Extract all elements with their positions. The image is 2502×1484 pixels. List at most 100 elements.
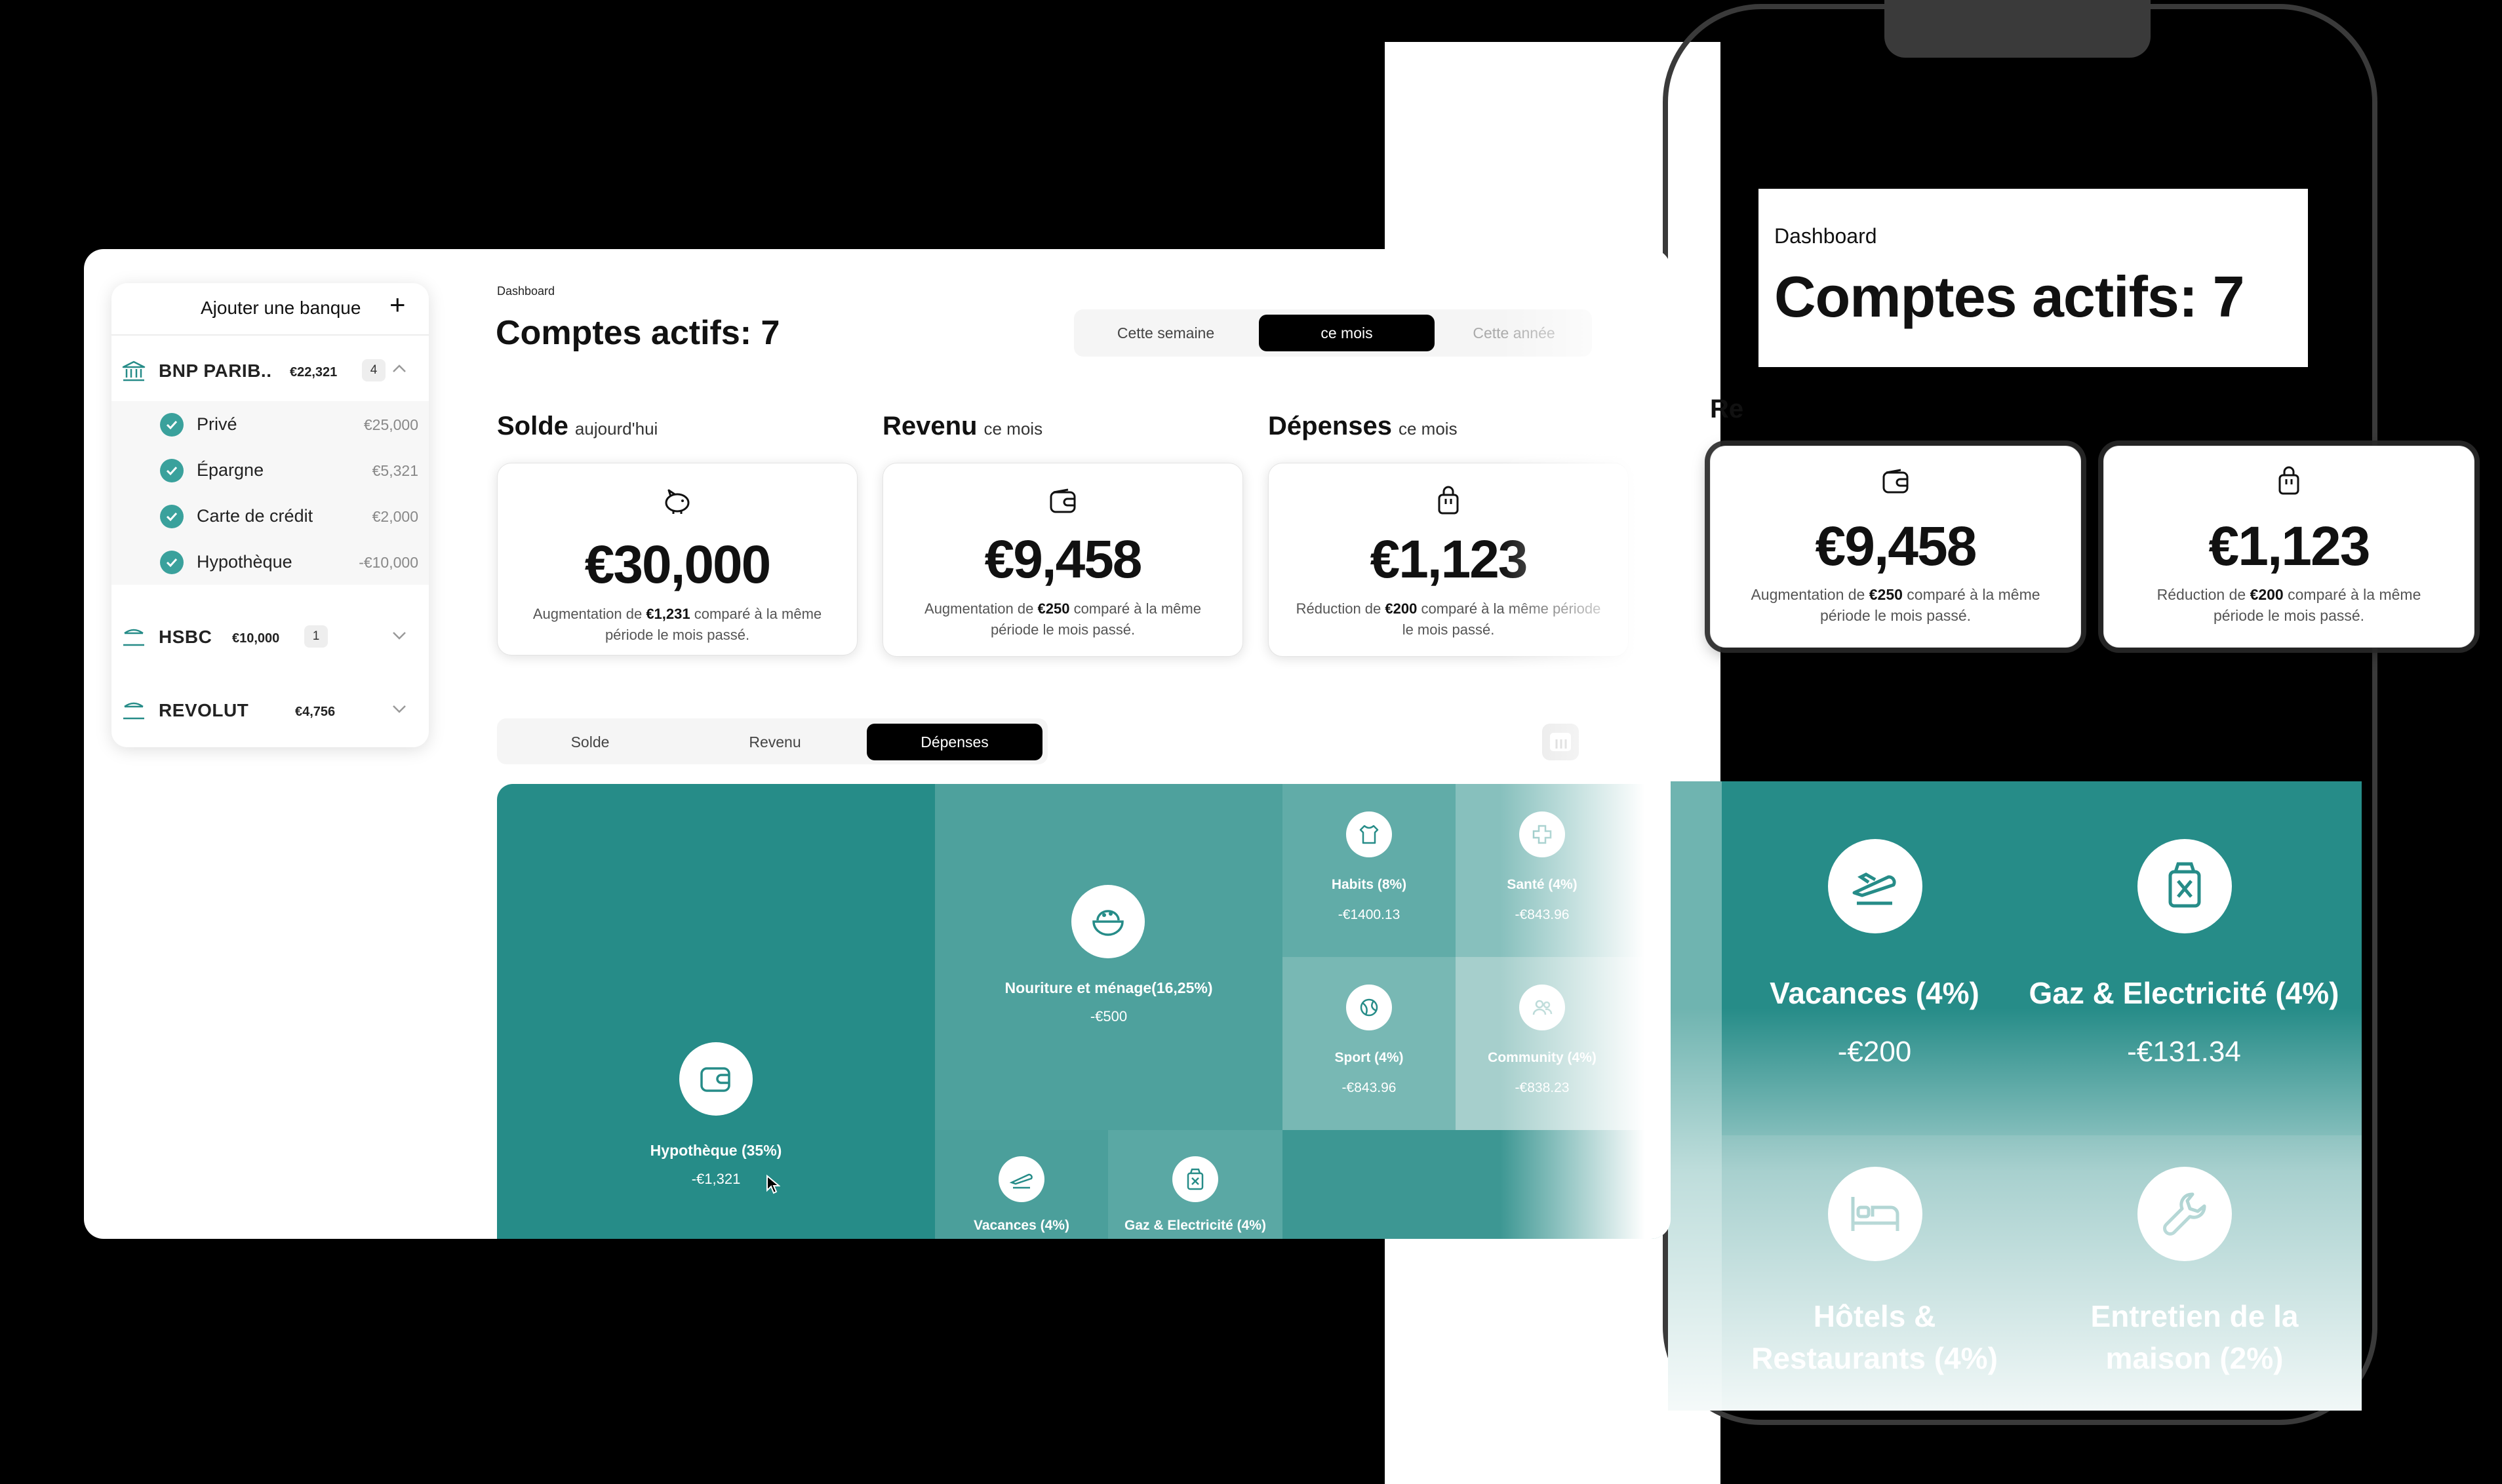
bank-row-bnp[interactable]: BNP PARIB.. €22,321 4	[111, 345, 429, 397]
page-title: Comptes actifs: 7	[1774, 264, 2245, 329]
account-name: Hypothèque	[197, 552, 292, 572]
check-icon[interactable]	[160, 551, 184, 574]
treemap-tile[interactable]: Community (4%) -€838.23	[1456, 957, 1671, 1130]
kpi-value: €9,458	[1815, 515, 1977, 577]
treemap-tile[interactable]: Vacances (4%)	[935, 1130, 1108, 1239]
kpi-heading-income: Revenu ce mois	[883, 412, 1042, 441]
tab-balance[interactable]: Solde	[502, 724, 678, 760]
tile-label: Gaz & Electricité (4%)	[2029, 976, 2339, 1010]
kpi-heading-expenses: Dépenses ce mois	[1268, 412, 1458, 441]
grid-view-toggle[interactable]	[1542, 724, 1579, 760]
tile-amount: -€131.34	[2127, 1036, 2241, 1068]
plane-icon	[1828, 839, 1922, 933]
kpi-value: €30,000	[584, 535, 771, 595]
kpi-value: €1,123	[1370, 530, 1528, 589]
bank-icon	[122, 361, 146, 381]
breadcrumb[interactable]: Dashboard	[497, 284, 555, 298]
kpi-subtitle: aujourd'hui	[574, 419, 658, 439]
account-row[interactable]: Privé €25,000	[111, 401, 429, 447]
grid-icon	[1550, 733, 1571, 751]
tile-amount: -€200	[1837, 1036, 1912, 1068]
kpi-subtitle: ce mois	[983, 419, 1043, 439]
tile-label: Vacances (4%)	[974, 1218, 1069, 1233]
check-icon[interactable]	[160, 505, 184, 528]
section-heading: Re	[1710, 395, 1744, 423]
food-bowl-icon	[1071, 885, 1145, 958]
people-icon	[1519, 985, 1565, 1030]
tile-amount: -€500	[1090, 1008, 1128, 1025]
bank-name: REVOLUT	[159, 700, 249, 720]
bank-balance: €4,756	[295, 705, 336, 719]
treemap-tile[interactable]: Hôtels & Restaurants (4%)	[1722, 1135, 2027, 1411]
kpi-card-income[interactable]: €9,458 Augmentation de €250 comparé à la…	[883, 463, 1243, 657]
treemap-tile[interactable]: Gaz & Electricité (4%)	[1108, 1130, 1282, 1239]
phone-treemap: Vacances (4%) -€200 Gaz & Electricité (4…	[1668, 781, 2362, 1411]
phone-kpi-card-expenses[interactable]: €1,123 Réduction de €200 comparé à la mê…	[2103, 446, 2474, 648]
health-cross-icon	[1519, 811, 1565, 857]
cursor-icon	[766, 1175, 780, 1194]
kpi-heading-balance: Solde aujourd'hui	[497, 412, 658, 441]
piggy-bank-icon	[665, 489, 690, 514]
account-balance: €2,000	[372, 508, 418, 525]
treemap-tile[interactable]: Habits (8%) -€1400.13	[1282, 784, 1456, 957]
kpi-value: €9,458	[984, 530, 1143, 589]
account-row[interactable]: Épargne €5,321	[111, 447, 429, 493]
tab-income[interactable]: Revenu	[687, 724, 863, 760]
bank-icon	[123, 629, 144, 646]
add-bank-label: Ajouter une banque	[201, 298, 361, 318]
gas-can-icon	[1172, 1156, 1218, 1202]
ball-icon	[1346, 985, 1392, 1030]
account-balance: -€10,000	[359, 554, 418, 571]
check-icon[interactable]	[160, 459, 184, 482]
kpi-description: Réduction de €200 comparé à la même péri…	[2156, 586, 2421, 624]
account-name: Privé	[197, 414, 237, 434]
treemap-tile[interactable]	[1668, 781, 1722, 1411]
kpi-card-expenses[interactable]: €1,123 Réduction de €200 comparé à la mê…	[1268, 463, 1629, 657]
kpi-title: Solde	[497, 412, 568, 440]
account-name: Épargne	[197, 460, 264, 480]
phone-kpi-card-income[interactable]: €9,458 Augmentation de €250 comparé à la…	[1710, 446, 2081, 648]
treemap-tile[interactable]: Nouriture et ménage(16,25%) -€500	[935, 784, 1282, 1130]
phone-notch	[1884, 0, 2151, 58]
breadcrumb[interactable]: Dashboard	[1774, 224, 1877, 248]
kpi-card-balance[interactable]: €30,000 Augmentation de €1,231 comparé à…	[497, 463, 858, 655]
period-selector: Cette semaine ce mois Cette année	[1074, 309, 1592, 357]
tab-expenses[interactable]: Dépenses	[867, 724, 1042, 760]
kpi-description: Augmentation de €250 comparé à la même p…	[924, 600, 1201, 638]
kpi-title: Revenu	[883, 412, 978, 440]
tile-label: Hypothèque (35%)	[650, 1142, 782, 1159]
account-row[interactable]: Hypothèque -€10,000	[111, 539, 429, 585]
treemap-tile[interactable]: Vacances (4%) -€200	[1722, 781, 2027, 1135]
tile-label: Sport (4%)	[1334, 1050, 1404, 1065]
account-name: Carte de crédit	[197, 506, 313, 526]
bank-row-hsbc[interactable]: HSBC €10,000 1	[111, 611, 429, 663]
chevron-down-icon[interactable]	[391, 700, 408, 717]
tile-label: Santé (4%)	[1507, 877, 1578, 892]
treemap-tile[interactable]: Hypothèque (35%) -€1,321	[497, 784, 935, 1239]
tile-label: Vacances (4%)	[1770, 976, 1979, 1010]
add-bank-button[interactable]: Ajouter une banque +	[111, 283, 429, 336]
treemap-tile[interactable]: Sport (4%) -€843.96	[1282, 957, 1456, 1130]
account-balance: €25,000	[363, 416, 418, 433]
treemap-tile[interactable]: Santé (4%) -€843.96	[1456, 784, 1671, 957]
gas-can-icon	[2137, 839, 2232, 933]
account-count-badge: 1	[304, 625, 328, 648]
bank-row-revolut[interactable]: REVOLUT €4,756	[111, 684, 429, 737]
chevron-down-icon[interactable]	[391, 627, 408, 644]
kpi-description: Réduction de €200 comparé à la même péri…	[1296, 600, 1601, 638]
treemap-tile[interactable]: Entretien de la maison (2%)	[2027, 1135, 2362, 1411]
tile-label: Community (4%)	[1488, 1050, 1597, 1065]
shopping-bag-icon	[2278, 466, 2299, 495]
treemap-tile[interactable]: Gaz & Electricité (4%) -€131.34	[2027, 781, 2362, 1135]
wallet-icon	[679, 1042, 753, 1116]
tab-this-year[interactable]: Cette année	[1441, 315, 1587, 351]
tab-this-week[interactable]: Cette semaine	[1079, 315, 1252, 351]
check-icon[interactable]	[160, 413, 184, 437]
account-row[interactable]: Carte de crédit €2,000	[111, 493, 429, 539]
bed-icon	[1828, 1167, 1922, 1261]
tab-this-month[interactable]: ce mois	[1259, 315, 1435, 351]
treemap-tile[interactable]	[1282, 1130, 1671, 1239]
chevron-up-icon[interactable]	[391, 361, 408, 378]
tile-amount: -€843.96	[1341, 1080, 1397, 1095]
bank-icon	[123, 702, 144, 720]
